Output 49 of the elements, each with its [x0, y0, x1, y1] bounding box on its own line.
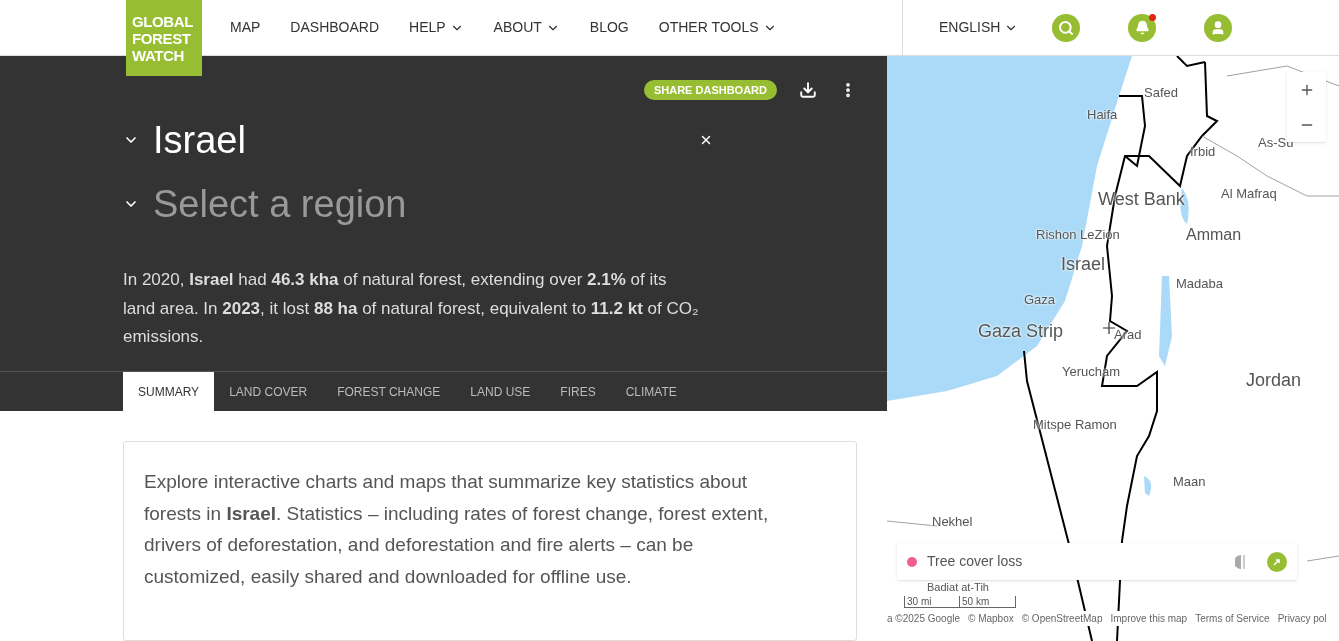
legend-label: Tree cover loss [927, 552, 1023, 571]
map-place-label: Nekhel [932, 515, 973, 528]
map-place-label: Badiat at-Tih [927, 582, 989, 593]
language-selector[interactable]: ENGLISH [939, 17, 1019, 38]
crosshair-icon [1102, 321, 1116, 335]
dashboard-tab[interactable]: FOREST CHANGE [322, 372, 456, 411]
region-selector[interactable]: Select a region [153, 180, 407, 228]
dashboard-tab[interactable]: LAND COVER [214, 372, 323, 411]
nav-link[interactable]: DASHBOARD [290, 17, 380, 38]
map-place-label: Jordan [1246, 371, 1302, 389]
map-place-label: Safed [1144, 86, 1178, 99]
dashboard-tab[interactable]: LAND USE [455, 372, 546, 411]
attribution-link[interactable]: © OpenStreetMap [1021, 611, 1103, 626]
nav-link[interactable]: MAP [230, 17, 261, 38]
map-place-label: Amman [1186, 227, 1242, 243]
scale-label: 30 mi [905, 596, 960, 607]
attribution-link[interactable]: Improve this map [1110, 611, 1188, 626]
map-place-label: Al Mafraq [1221, 187, 1277, 200]
map-place-label: Maan [1173, 475, 1206, 488]
map-place-label: Gaza Strip [978, 322, 1064, 340]
arrow-icon [1273, 557, 1281, 566]
download-icon[interactable] [799, 81, 817, 99]
logo-text: WATCH [132, 46, 185, 64]
dashboard-tab[interactable]: CLIMATE [610, 372, 692, 411]
logo-text: FOREST [132, 29, 192, 47]
map-place-label: Gaza [1024, 293, 1056, 306]
summary-text: In 2020, Israel had 46.3 kha of natural forest, extending over 2.1% of its land area. In 2023, it lost 88 ha of natural forest, equivalent to 11.2 kt of CO₂ emissions. [123, 269, 700, 348]
map-place-label: Israel [1061, 255, 1105, 273]
attribution-link[interactable]: Privacy pol [1277, 611, 1327, 626]
dashboard-tab[interactable]: FIRES [545, 372, 611, 411]
nav-link[interactable]: OTHER TOOLS [658, 17, 777, 38]
bell-icon [1134, 20, 1150, 35]
dashboard-tab[interactable]: SUMMARY [123, 372, 215, 411]
intro-text: Explore interactive charts and maps that summarize key statistics about forests in Israel. Statistics – including rates of forest change, forest extent, drivers of deforestation, and deforestation and fire alerts – can be customized, easily shared and downloaded for offline use. [144, 470, 770, 589]
notifications-button[interactable] [1128, 13, 1157, 42]
country-selector[interactable]: Israel [153, 116, 246, 164]
lake [1144, 476, 1152, 496]
nav-link[interactable]: BLOG [589, 17, 629, 38]
close-icon[interactable] [699, 133, 713, 147]
attribution-link[interactable]: a ©2025 Google [887, 611, 960, 626]
nav-link[interactable]: ABOUT [493, 17, 560, 38]
scale-label: 50 km [961, 596, 991, 607]
nav-link[interactable]: HELP [409, 17, 464, 38]
logo-text: GLOBAL [132, 12, 195, 30]
attribution-link[interactable]: © Mapbox [968, 611, 1014, 626]
map-place-label: Madaba [1176, 277, 1223, 290]
search-icon [1058, 19, 1075, 36]
map-place-label: Irbid [1190, 145, 1216, 158]
map-place-label: Haifa [1087, 108, 1118, 121]
